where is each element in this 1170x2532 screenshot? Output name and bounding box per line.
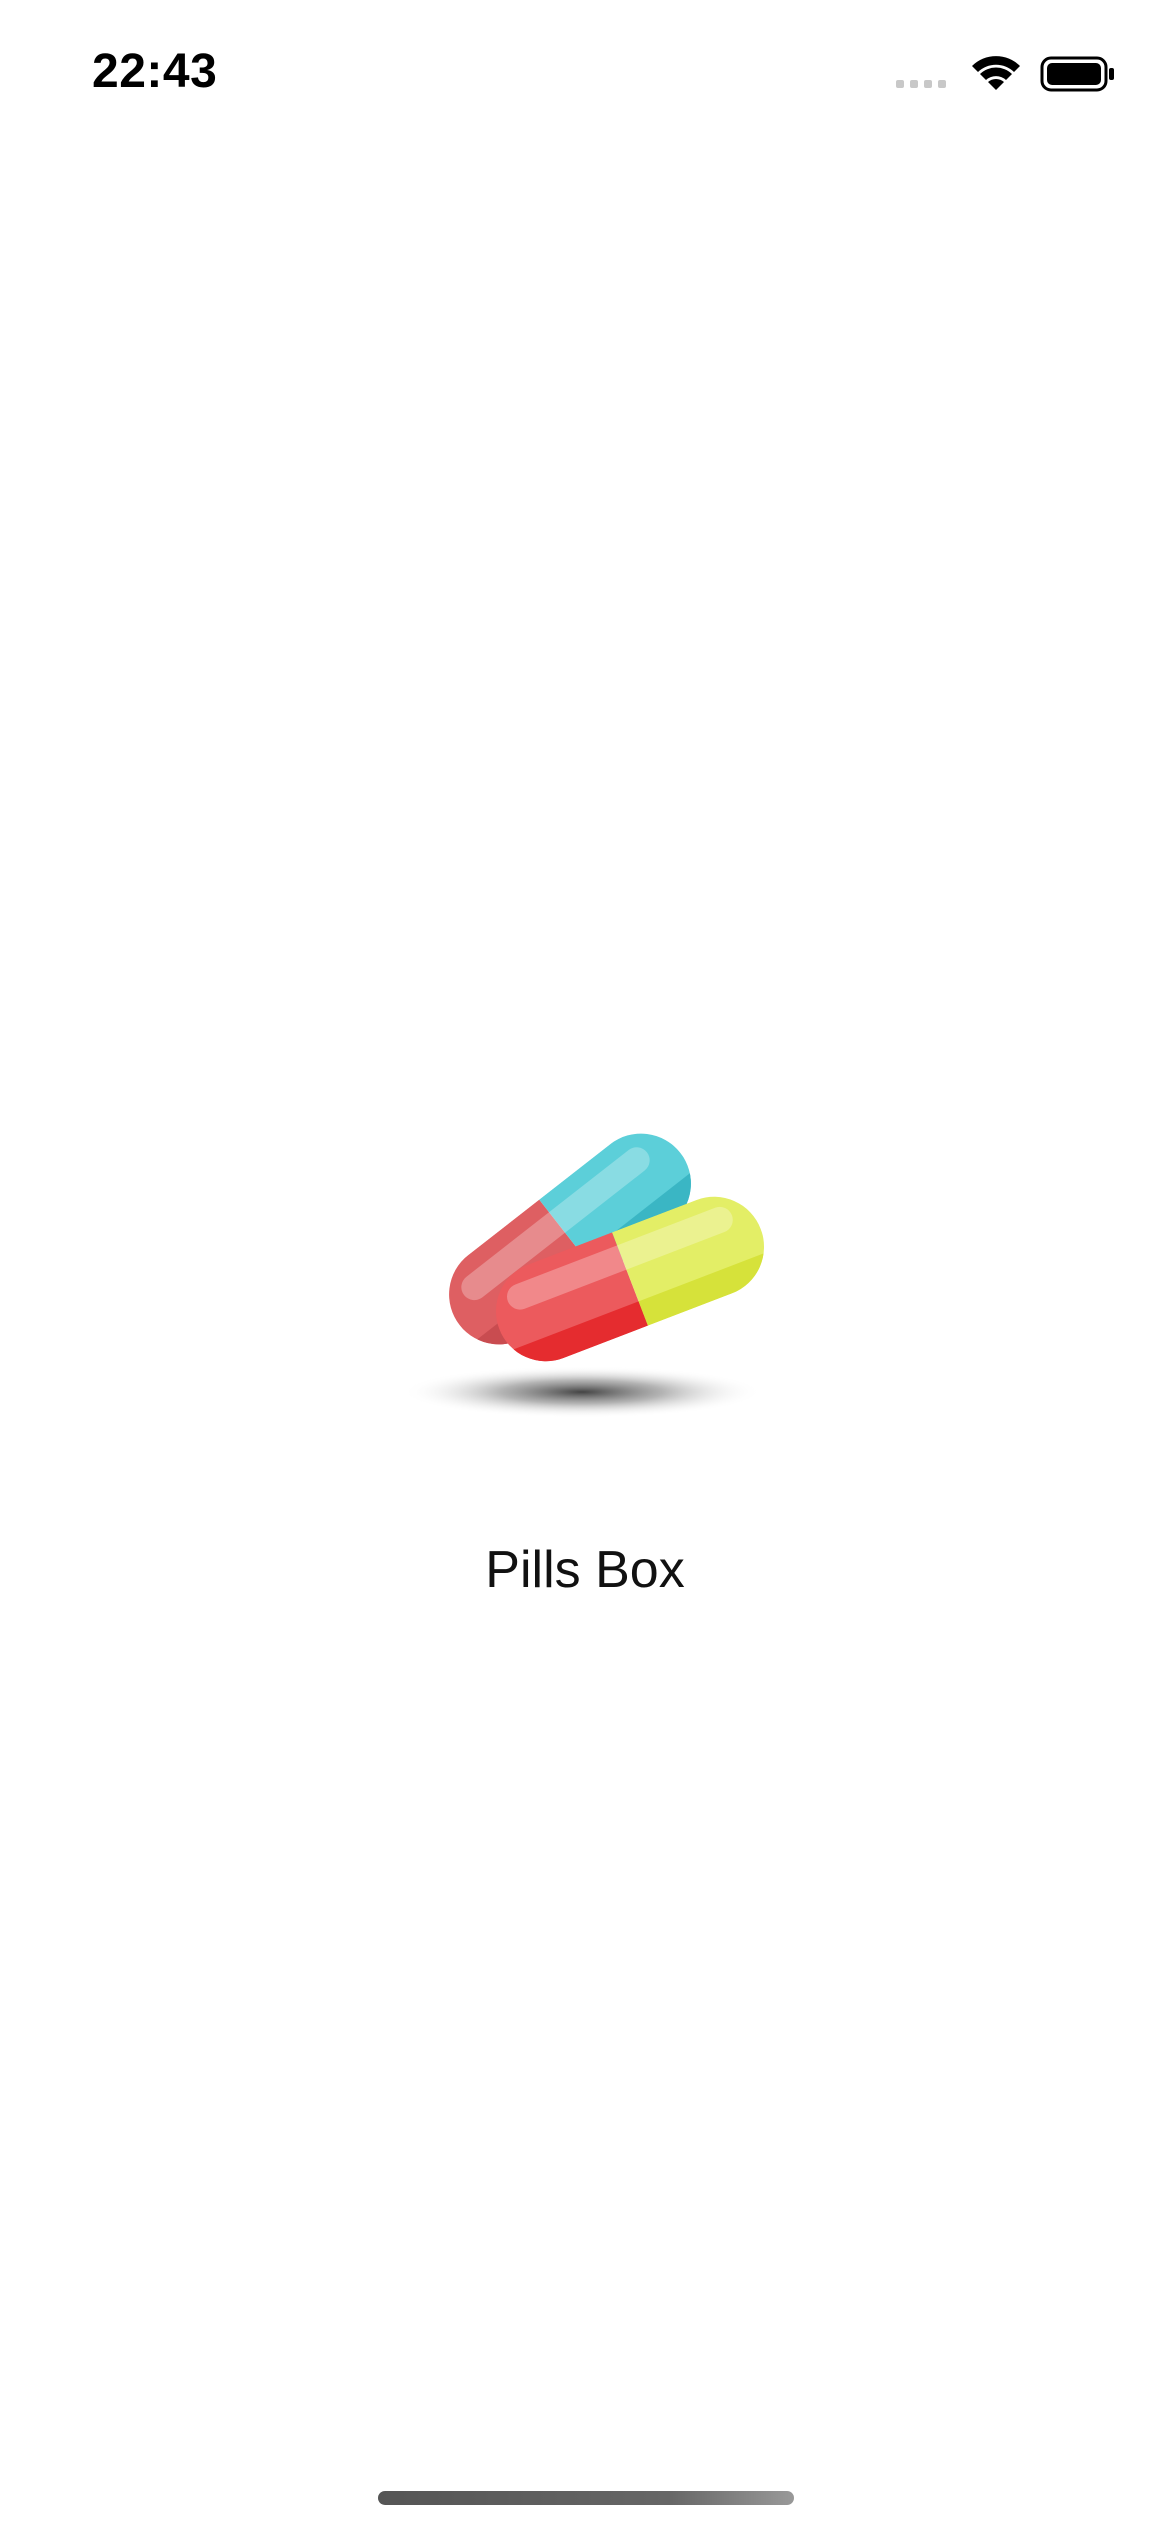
cellular-signal-icon [896, 80, 946, 88]
splash-screen: Pills Box [0, 1100, 1170, 1620]
home-indicator[interactable] [378, 2491, 794, 2505]
battery-icon [1040, 56, 1114, 92]
status-icons [894, 50, 1116, 98]
status-bar: 22:43 [0, 0, 1170, 140]
pills-capsules-icon [402, 1113, 770, 1418]
app-name: Pills Box [485, 1541, 685, 1599]
status-time: 22:43 [92, 45, 218, 98]
wifi-icon [972, 56, 1020, 90]
